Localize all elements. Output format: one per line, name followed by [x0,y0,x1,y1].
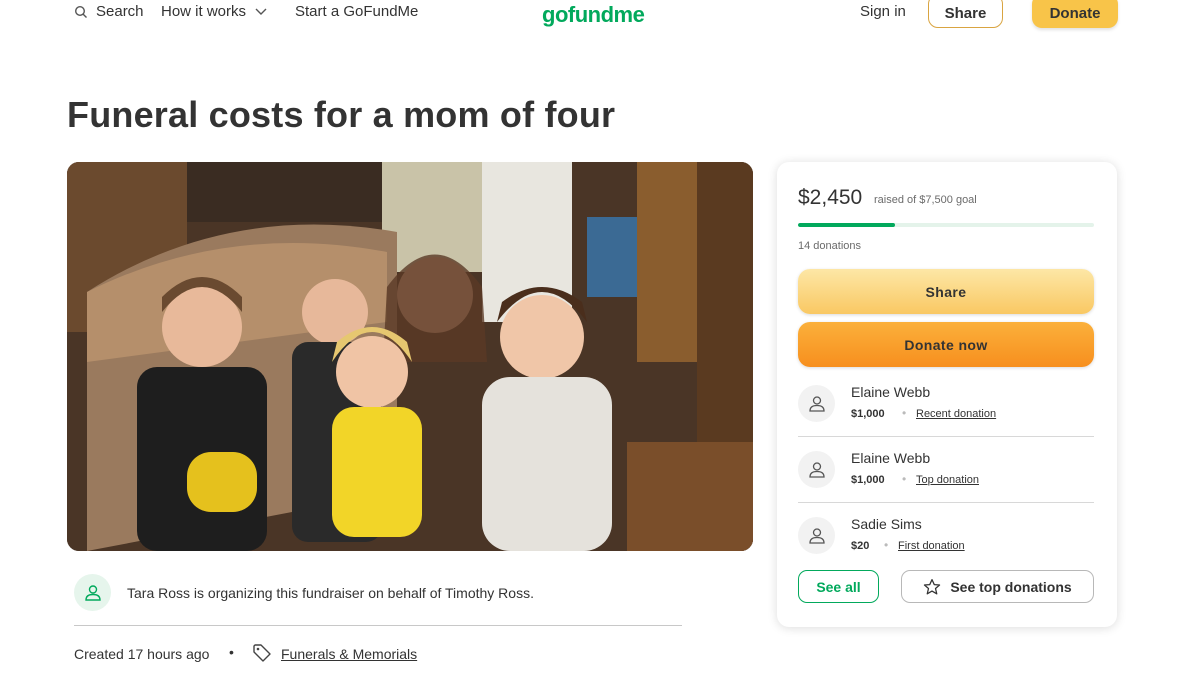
gofundme-logo[interactable]: gofundme [542,2,645,28]
donor-row: Elaine Webb $1,000 • Top donation [798,442,1094,508]
donor-separator: • [902,406,907,420]
progress-bar [798,223,1094,227]
header-donate-button[interactable]: Donate [1032,0,1118,28]
how-it-works-menu[interactable]: How it works [161,3,268,20]
see-top-donations-label: See top donations [950,578,1072,595]
donation-type-link[interactable]: Top donation [916,474,979,486]
donor-amount: $1,000 [851,408,885,420]
campaign-title: Funeral costs for a mom of four [67,94,616,135]
donor-avatar [798,451,835,488]
donor-separator: • [884,538,889,552]
donor-avatar [798,385,835,422]
chevron-down-icon [255,8,267,15]
user-heart-icon [84,584,101,601]
donation-card: $2,450 raised of $7,500 goal 14 donation… [777,162,1117,627]
search-icon [74,5,87,18]
donor-amount: $20 [851,540,870,552]
progress-fill [798,223,895,227]
donate-now-button[interactable]: Donate now [798,322,1094,367]
donor-amount: $1,000 [851,474,885,486]
see-all-button[interactable]: See all [798,570,879,603]
search-link[interactable]: Search [74,3,144,20]
donor-divider [798,436,1094,437]
section-divider [74,625,682,626]
raised-amount: $2,450 [798,186,863,209]
top-nav: Search How it works Start a GoFundMe gof… [0,0,1200,40]
donor-name: Elaine Webb [851,450,931,466]
tag-icon [253,644,271,662]
donor-row: Sadie Sims $20 • First donation [798,508,1094,574]
how-it-works-label: How it works [161,3,247,20]
star-icon [924,578,941,594]
see-top-donations-button[interactable]: See top donations [901,570,1094,603]
donation-count: 14 donations [798,240,861,252]
start-gofundme-link[interactable]: Start a GoFundMe [295,3,418,20]
user-heart-icon [808,461,825,478]
donor-avatar [798,517,835,554]
donation-type-link[interactable]: Recent donation [916,408,996,420]
share-button[interactable]: Share [798,269,1094,314]
search-label: Search [96,3,144,20]
donor-name: Sadie Sims [851,516,922,532]
donor-divider [798,502,1094,503]
campaign-photo[interactable] [67,162,753,551]
raised-goal: raised of $7,500 goal [874,194,977,206]
user-heart-icon [808,527,825,544]
header-share-button[interactable]: Share [928,0,1003,28]
user-heart-icon [808,395,825,412]
donor-separator: • [902,472,907,486]
donor-name: Elaine Webb [851,384,931,400]
meta-separator: • [229,644,234,660]
organizer-text: Tara Ross is organizing this fundraiser … [127,585,534,601]
sign-in-link[interactable]: Sign in [860,3,906,20]
donor-row: Elaine Webb $1,000 • Recent donation [798,376,1094,442]
category-link[interactable]: Funerals & Memorials [281,646,417,662]
donation-type-link[interactable]: First donation [898,540,965,552]
organizer-avatar [74,574,111,611]
created-time: Created 17 hours ago [74,646,210,662]
